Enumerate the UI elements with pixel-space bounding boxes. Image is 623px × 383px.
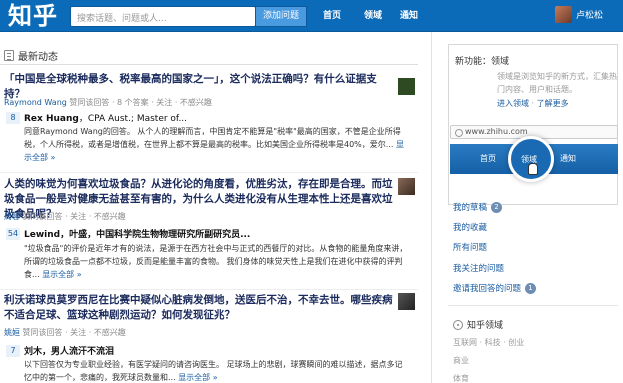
answer-author[interactable]: Lewind，叶盛，中国科学院生物物理研究所副研究员... (24, 227, 250, 240)
sidebar-item-favorites[interactable]: 我的收藏 (453, 221, 487, 233)
feed-meta: 周蓉 赞同该回答 · 关注 · 不感兴趣 (4, 211, 126, 222)
sidebar-item-all-questions[interactable]: 所有问题 (453, 241, 487, 253)
meta-actions[interactable]: 赞同该回答 · 关注 · 不感兴趣 (20, 328, 126, 337)
learn-more-link[interactable]: 了解更多 (537, 99, 569, 108)
new-feature-description: 领域是浏览知乎的新方式，汇集热门内容、用户和话题。 (497, 72, 617, 94)
question-thumbnail[interactable] (398, 178, 415, 195)
question-title[interactable]: 利沃诺球员莫罗西尼在比赛中疑似心脏病发倒地，送医后不治，不幸去世。哪些疾病不适合… (4, 293, 394, 323)
answer-author[interactable]: Rex Huang，CPA Aust.; Master of... (24, 111, 187, 124)
enter-areas-link[interactable]: 进入领域 (497, 99, 529, 108)
sidebar-item-followed-questions[interactable]: 我关注的问题 (453, 262, 504, 274)
area-item-business[interactable]: 商业 (453, 355, 469, 366)
feed-header: 最新动态 (4, 48, 58, 63)
nav-home[interactable]: 首页 (323, 0, 341, 32)
show-more-link[interactable]: 显示全部 » (178, 373, 217, 382)
sidebar-item-invitations[interactable]: 邀请我回答的问题 1 (453, 282, 537, 294)
feed-meta: 姚姮 赞同该回答 · 关注 · 不感兴趣 (4, 327, 126, 338)
vote-count[interactable]: 7 (6, 345, 20, 357)
show-more-link[interactable]: 显示全部 » (42, 270, 81, 279)
drafts-count-badge: 2 (491, 201, 503, 213)
question-thumbnail[interactable] (398, 293, 415, 310)
answer-author-name[interactable]: Lewind (24, 230, 60, 240)
areas-title: 知乎领域 (467, 321, 504, 331)
zhihu-logo[interactable]: 知乎 (8, 0, 58, 32)
answer-author-bio: ，叶盛，中国科学院生物物理研究所副研究员... (60, 230, 251, 240)
answer-excerpt: "垃圾食品"的评价是近年才有的说法，是源于在西方社会中与正式的西餐厅的对比。从食… (24, 242, 409, 281)
sidebar-item-label: 所有问题 (453, 243, 488, 253)
area-item-sports[interactable]: 体育 (453, 373, 469, 383)
feed-divider (0, 172, 418, 173)
feed-header-divider (0, 64, 418, 65)
area-item-internet[interactable]: 互联网 · 科技 · 创业 (453, 337, 524, 348)
answer-author-name[interactable]: 刘木 (24, 347, 42, 357)
new-feature-links: 进入领域 · 了解更多 (497, 99, 569, 108)
feed-divider (0, 289, 418, 290)
answer-excerpt: 同意Raymond Wang的回答。 从个人的理解而言，中国肯定不能算是"税率"… (24, 125, 409, 164)
feed-title: 最新动态 (18, 52, 58, 63)
new-feature-title: 新功能：领域 (455, 57, 510, 67)
sidebar-item-label: 邀请我回答的问题 (453, 284, 522, 294)
sidebar-item-drafts[interactable]: 我的草稿 2 (453, 201, 503, 213)
answer-author-bio: ，男人流汗不流泪 (42, 347, 115, 357)
pointer-hand-icon (528, 163, 538, 175)
compass-icon (453, 319, 463, 330)
invitations-count-badge: 1 (525, 282, 537, 294)
nav-notifications[interactable]: 通知 (400, 0, 418, 32)
vote-count[interactable]: 8 (6, 112, 20, 124)
sidebar-divider (431, 32, 432, 383)
demo-nav-notifications: 通知 (560, 154, 576, 163)
answer-excerpt: 以下回答仅为专业职业经验，有医学疑问的请咨询医生。 足球场上的悲剧，球赛瞬间的难… (24, 358, 409, 383)
answer-author-name[interactable]: Rex Huang (24, 114, 79, 124)
areas-heading: 知乎领域 (453, 318, 503, 331)
meta-user-link[interactable]: 姚姮 (4, 328, 20, 337)
answer-author-bio: ，CPA Aust.; Master of... (78, 114, 188, 124)
answer-author[interactable]: 刘木，男人流汗不流泪 (24, 344, 114, 357)
demo-nav-home: 首页 (480, 154, 496, 163)
feed-list-icon (4, 50, 14, 61)
ask-question-button[interactable]: 添加问题 (255, 6, 307, 27)
sidebar-item-label: 我的草稿 (453, 203, 488, 213)
meta-actions[interactable]: 赞同该回答 · 8 个答案 · 关注 · 不感兴趣 (67, 98, 212, 107)
nav-areas[interactable]: 领域 (364, 0, 382, 32)
sidebar-item-label: 我关注的问题 (453, 264, 505, 274)
sidebar-separator (448, 305, 618, 306)
feed-meta: Raymond Wang 赞同该回答 · 8 个答案 · 关注 · 不感兴趣 (4, 97, 212, 108)
vote-count[interactable]: 54 (6, 228, 20, 240)
search-input[interactable]: 搜索话题、问题或人... (70, 6, 256, 27)
question-thumbnail[interactable] (398, 78, 415, 95)
sidebar-item-label: 我的收藏 (453, 223, 488, 233)
meta-user-link[interactable]: 周蓉 (4, 212, 20, 221)
meta-actions[interactable]: 赞同该回答 · 关注 · 不感兴趣 (20, 212, 126, 221)
username-link[interactable]: 卢松松 (576, 0, 603, 32)
meta-user-link[interactable]: Raymond Wang (4, 98, 67, 107)
user-avatar[interactable] (555, 6, 572, 23)
answer-text: 同意Raymond Wang的回答。 从个人的理解而言，中国肯定不能算是"税率"… (24, 127, 401, 149)
